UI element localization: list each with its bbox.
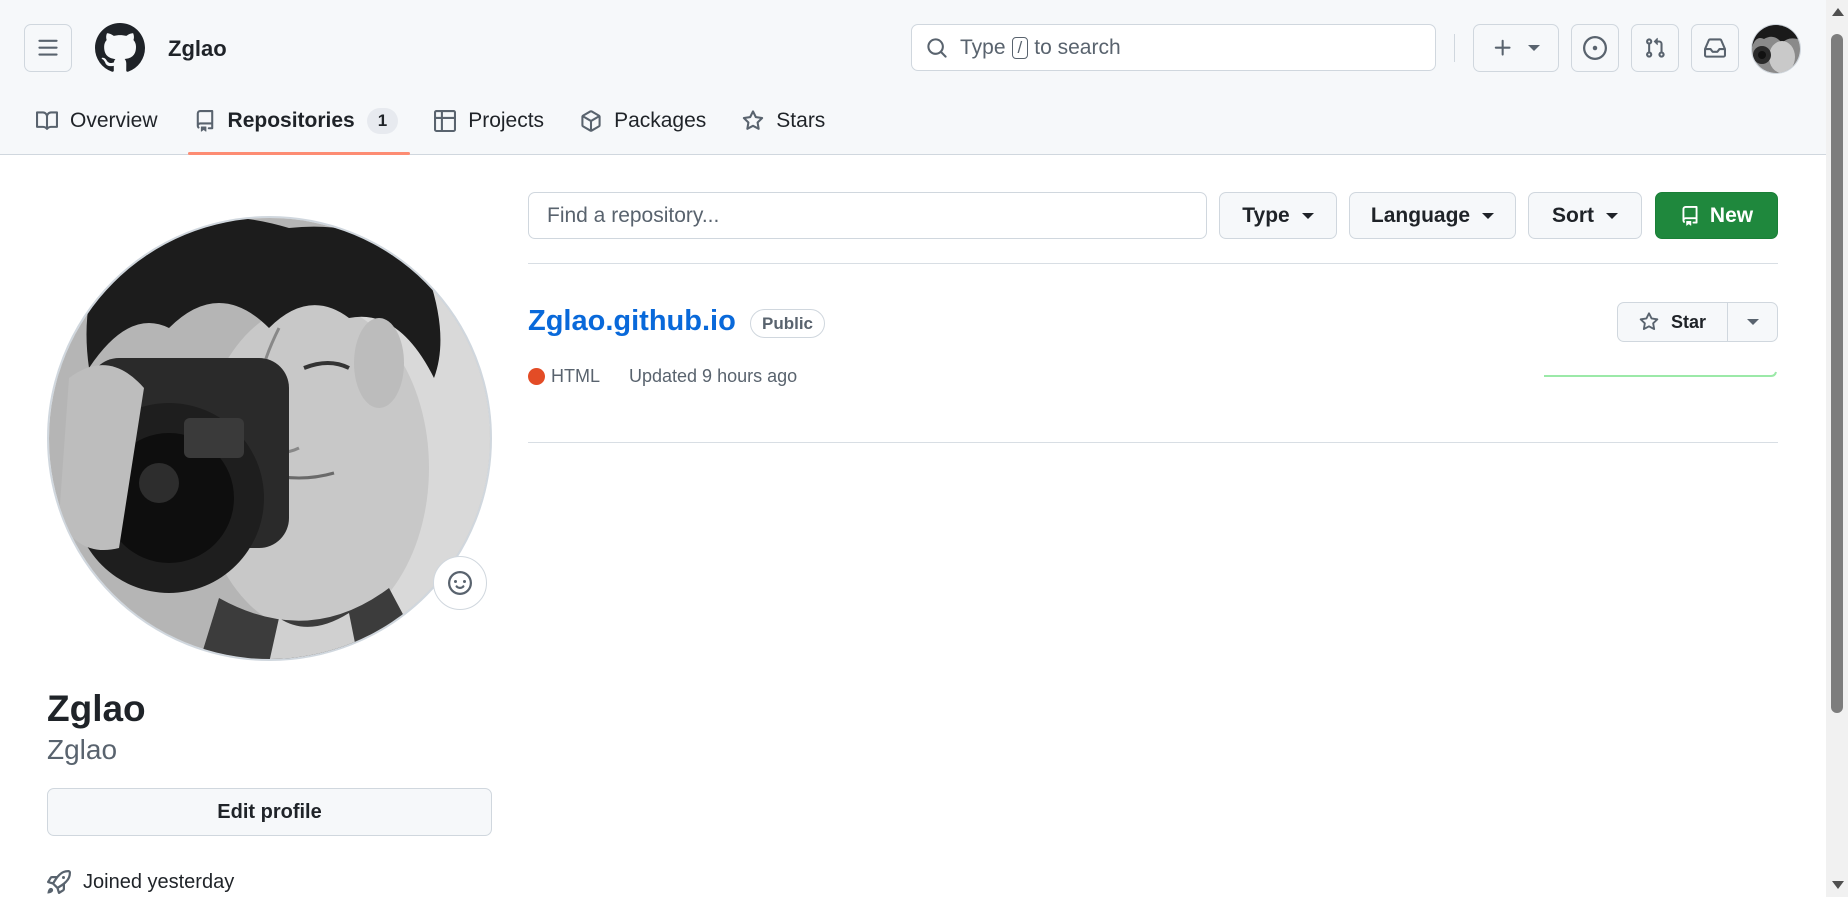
divider — [528, 263, 1778, 264]
page-scrollbar[interactable] — [1826, 0, 1848, 897]
tab-stars[interactable]: Stars — [730, 100, 837, 142]
repo-icon — [194, 110, 216, 132]
pull-request-icon — [1646, 37, 1665, 58]
book-icon — [36, 110, 58, 132]
tab-stars-label: Stars — [776, 109, 826, 132]
header-divider — [1454, 34, 1455, 62]
tab-projects[interactable]: Projects — [422, 100, 556, 142]
scroll-down-arrow[interactable] — [1832, 881, 1844, 889]
scroll-up-arrow[interactable] — [1832, 8, 1844, 16]
sort-label: Sort — [1552, 203, 1594, 227]
repo-meta: HTML Updated 9 hours ago — [528, 366, 797, 387]
profile-display-name: Zglao — [47, 688, 146, 729]
chevron-down-icon — [1301, 212, 1314, 219]
set-status-button[interactable] — [433, 556, 487, 610]
new-label: New — [1709, 203, 1754, 227]
language-filter-label: Language — [1370, 203, 1471, 227]
inbox-icon — [1704, 38, 1726, 58]
inbox-button[interactable] — [1691, 24, 1739, 72]
visibility-badge: Public — [750, 309, 826, 338]
profile-avatar[interactable] — [47, 216, 492, 661]
tab-repositories-label: Repositories — [227, 109, 355, 132]
type-filter-button[interactable]: Type — [1219, 192, 1337, 239]
star-icon — [742, 110, 764, 132]
menu-button[interactable] — [24, 24, 72, 72]
tab-overview-label: Overview — [70, 109, 158, 132]
repo-name-link[interactable]: Zglao.github.io — [528, 305, 736, 338]
table-icon — [434, 110, 457, 132]
tab-repositories[interactable]: Repositories 1 — [182, 100, 411, 155]
profile-tabs: Overview Repositories 1 Projects Package… — [24, 100, 849, 155]
activity-sparkline — [1544, 371, 1777, 377]
pull-requests-button[interactable] — [1631, 24, 1679, 72]
profile-login: Zglao — [47, 734, 118, 765]
search-icon — [926, 37, 948, 59]
issue-icon — [1583, 36, 1607, 60]
new-repository-button[interactable]: New — [1655, 192, 1778, 239]
search-prefix: Type — [960, 35, 1006, 59]
divider — [528, 442, 1778, 443]
find-repository-input[interactable] — [528, 192, 1207, 239]
star-button[interactable]: Star — [1618, 303, 1728, 341]
search-input[interactable]: Type / to search — [911, 24, 1436, 71]
scroll-thumb[interactable] — [1831, 34, 1843, 713]
chevron-down-icon — [1482, 212, 1495, 219]
repo-updated: Updated 9 hours ago — [629, 366, 798, 386]
language-filter-button[interactable]: Language — [1349, 192, 1516, 239]
chevron-down-icon — [1746, 319, 1759, 325]
tab-packages[interactable]: Packages — [568, 100, 718, 142]
issues-button[interactable] — [1571, 24, 1619, 72]
tab-packages-label: Packages — [614, 109, 707, 132]
user-avatar[interactable] — [1751, 24, 1801, 74]
header-username[interactable]: Zglao — [168, 36, 227, 62]
repo-language: HTML — [551, 366, 600, 386]
joined-text: Joined yesterday — [83, 870, 235, 893]
tab-overview[interactable]: Overview — [24, 100, 170, 142]
star-icon — [1639, 312, 1659, 331]
star-label: Star — [1670, 311, 1706, 332]
star-button-group: Star — [1617, 302, 1778, 342]
package-icon — [580, 110, 602, 132]
search-suffix: to search — [1034, 35, 1121, 59]
app-header: Zglao Type / to search Overview Reposito… — [0, 0, 1826, 155]
chevron-down-icon — [1606, 212, 1618, 219]
rocket-icon — [47, 870, 71, 894]
type-filter-label: Type — [1242, 203, 1290, 227]
plus-icon — [1494, 39, 1511, 56]
repo-icon — [1682, 205, 1698, 226]
chevron-down-icon — [1528, 45, 1540, 51]
create-new-button[interactable] — [1473, 24, 1559, 72]
joined-info: Joined yesterday — [47, 870, 234, 894]
smiley-icon — [448, 571, 472, 595]
sort-button[interactable]: Sort — [1528, 192, 1642, 239]
hamburger-icon — [38, 39, 58, 56]
github-logo-icon[interactable] — [95, 23, 145, 73]
language-color-dot — [528, 368, 545, 385]
star-lists-dropdown[interactable] — [1728, 303, 1777, 341]
repo-count-badge: 1 — [366, 108, 399, 134]
tab-projects-label: Projects — [468, 109, 545, 132]
edit-profile-button[interactable]: Edit profile — [47, 788, 492, 836]
search-shortcut-key: / — [1011, 36, 1029, 59]
